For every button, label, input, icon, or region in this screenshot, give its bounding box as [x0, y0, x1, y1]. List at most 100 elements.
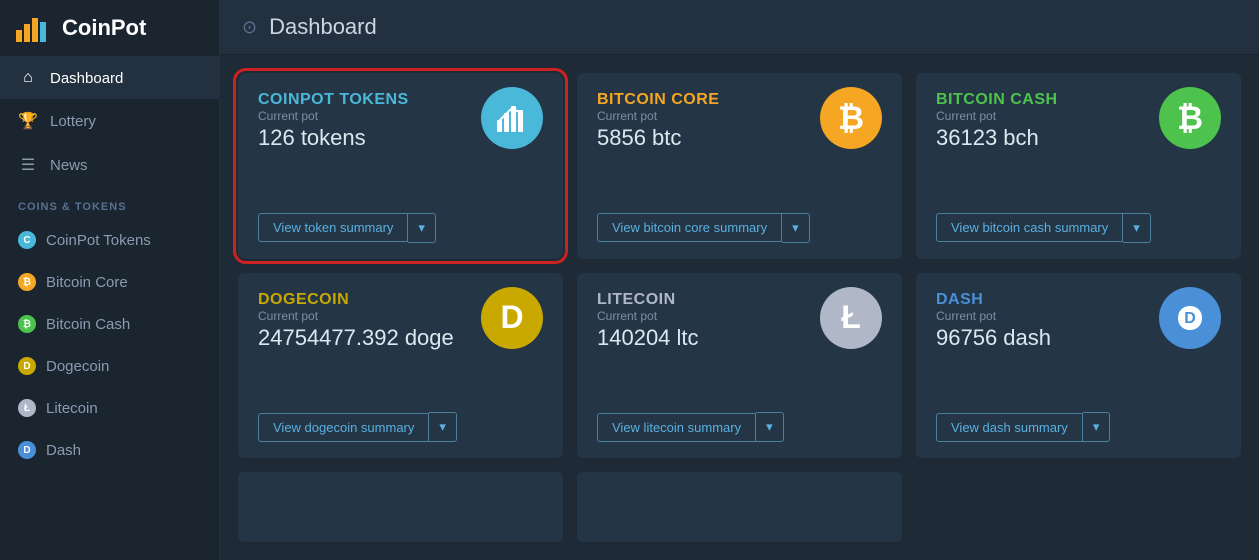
nav-news[interactable]: ☰ News — [0, 143, 219, 187]
coinpot-dot: C — [18, 231, 36, 249]
coinpot-circle-icon — [481, 87, 543, 149]
sidebar: CoinPot ⌂ Dashboard 🏆 Lottery ☰ News COI… — [0, 0, 220, 560]
partial-card-1 — [238, 472, 563, 542]
dash-label: Dash — [46, 442, 81, 459]
card-header-coinpot: COINPOT TOKENS Current pot 126 tokens — [258, 91, 543, 163]
dash-dot: D — [18, 441, 36, 459]
sidebar-item-bitcoin-core[interactable]: ₿ Bitcoin Core — [0, 261, 219, 303]
btc-circle-icon: ₿ — [820, 87, 882, 149]
doge-btn-group: View dogecoin summary ▾ — [258, 412, 543, 442]
ltc-card-amount: 140204 ltc — [597, 325, 699, 351]
coinpot-card-label: Current pot — [258, 109, 409, 123]
sidebar-item-dogecoin[interactable]: D Dogecoin — [0, 345, 219, 387]
topbar: ⊙ Dashboard — [220, 0, 1259, 55]
news-icon: ☰ — [18, 155, 38, 175]
bch-circle-icon: ₿ — [1159, 87, 1221, 149]
bitcoin-core-label: Bitcoin Core — [46, 274, 128, 291]
coinpot-tokens-label: CoinPot Tokens — [46, 232, 151, 249]
card-header-doge: DOGECOIN Current pot 24754477.392 doge D — [258, 291, 543, 363]
litecoin-dot: Ł — [18, 399, 36, 417]
sidebar-item-litecoin[interactable]: Ł Litecoin — [0, 387, 219, 429]
card-litecoin: LITECOIN Current pot 140204 ltc Ł View l… — [577, 273, 902, 459]
litecoin-label: Litecoin — [46, 400, 98, 417]
card-header-ltc: LITECOIN Current pot 140204 ltc Ł — [597, 291, 882, 363]
btc-card-label: Current pot — [597, 109, 719, 123]
token-summary-dropdown-button[interactable]: ▾ — [408, 213, 436, 243]
coinpot-card-info: COINPOT TOKENS Current pot 126 tokens — [258, 91, 409, 163]
doge-circle-icon: D — [481, 287, 543, 349]
coinpot-card-name: COINPOT TOKENS — [258, 91, 409, 109]
card-header-btc: BITCOIN CORE Current pot 5856 btc ₿ — [597, 91, 882, 163]
bch-card-label: Current pot — [936, 109, 1058, 123]
card-bitcoin-core: BITCOIN CORE Current pot 5856 btc ₿ View… — [577, 73, 902, 259]
litecoin-dropdown-button[interactable]: ▾ — [756, 412, 784, 442]
view-bitcoin-cash-summary-button[interactable]: View bitcoin cash summary — [936, 213, 1123, 242]
ltc-card-name: LITECOIN — [597, 291, 699, 309]
view-litecoin-summary-button[interactable]: View litecoin summary — [597, 413, 756, 442]
dogecoin-dot: D — [18, 357, 36, 375]
page-title: Dashboard — [269, 14, 377, 40]
home-icon: ⌂ — [18, 69, 38, 87]
bch-card-name: BITCOIN CASH — [936, 91, 1058, 109]
coins-tokens-label: COINS & TOKENS — [0, 187, 219, 219]
dash-dropdown-button[interactable]: ▾ — [1083, 412, 1111, 442]
bch-btn-group: View bitcoin cash summary ▾ — [936, 213, 1221, 243]
sidebar-item-coinpot-tokens[interactable]: C CoinPot Tokens — [0, 219, 219, 261]
view-token-summary-button[interactable]: View token summary — [258, 213, 408, 242]
coinpot-btn-group: View token summary ▾ — [258, 213, 543, 243]
nav-items: ⌂ Dashboard 🏆 Lottery ☰ News — [0, 57, 219, 187]
doge-card-info: DOGECOIN Current pot 24754477.392 doge — [258, 291, 454, 363]
sidebar-item-dash[interactable]: D Dash — [0, 429, 219, 471]
btc-card-info: BITCOIN CORE Current pot 5856 btc — [597, 91, 719, 163]
dashboard-nav-icon: ⊙ — [242, 17, 257, 38]
coin-nav: C CoinPot Tokens ₿ Bitcoin Core ₿ Bitcoi… — [0, 219, 219, 471]
dash-card-amount: 96756 dash — [936, 325, 1051, 351]
nav-dashboard[interactable]: ⌂ Dashboard — [0, 57, 219, 99]
dash-btn-group: View dash summary ▾ — [936, 412, 1221, 442]
view-dash-summary-button[interactable]: View dash summary — [936, 413, 1083, 442]
card-header-bch: BITCOIN CASH Current pot 36123 bch ₿ — [936, 91, 1221, 163]
dashboard-grid: COINPOT TOKENS Current pot 126 tokens Vi… — [220, 55, 1259, 560]
nav-dashboard-label: Dashboard — [50, 70, 123, 87]
dash-card-name: DASH — [936, 291, 1051, 309]
ltc-card-info: LITECOIN Current pot 140204 ltc — [597, 291, 699, 363]
nav-lottery[interactable]: 🏆 Lottery — [0, 99, 219, 143]
bitcoin-cash-label: Bitcoin Cash — [46, 316, 130, 333]
bch-card-info: BITCOIN CASH Current pot 36123 bch — [936, 91, 1058, 163]
ltc-circle-icon: Ł — [820, 287, 882, 349]
sidebar-item-bitcoin-cash[interactable]: ₿ Bitcoin Cash — [0, 303, 219, 345]
btc-card-amount: 5856 btc — [597, 125, 719, 151]
bch-card-amount: 36123 bch — [936, 125, 1058, 151]
logo-area: CoinPot — [0, 0, 219, 57]
dogecoin-label: Dogecoin — [46, 358, 109, 375]
trophy-icon: 🏆 — [18, 111, 38, 131]
card-bitcoin-cash: BITCOIN CASH Current pot 36123 bch ₿ Vie… — [916, 73, 1241, 259]
btc-btn-group: View bitcoin core summary ▾ — [597, 213, 882, 243]
coinpot-logo-icon — [16, 14, 52, 42]
card-dash: DASH Current pot 96756 dash D View dash … — [916, 273, 1241, 459]
card-header-dash: DASH Current pot 96756 dash D — [936, 291, 1221, 363]
card-coinpot-tokens: COINPOT TOKENS Current pot 126 tokens Vi… — [238, 73, 563, 259]
ltc-card-label: Current pot — [597, 309, 699, 323]
view-dogecoin-summary-button[interactable]: View dogecoin summary — [258, 413, 429, 442]
doge-card-label: Current pot — [258, 309, 454, 323]
dash-card-info: DASH Current pot 96756 dash — [936, 291, 1051, 363]
view-bitcoin-core-summary-button[interactable]: View bitcoin core summary — [597, 213, 782, 242]
dash-circle-icon: D — [1159, 287, 1221, 349]
nav-news-label: News — [50, 157, 88, 174]
nav-lottery-label: Lottery — [50, 113, 96, 130]
bitcoin-cash-dot: ₿ — [18, 315, 36, 333]
doge-card-name: DOGECOIN — [258, 291, 454, 309]
bitcoin-cash-dropdown-button[interactable]: ▾ — [1123, 213, 1151, 243]
ltc-btn-group: View litecoin summary ▾ — [597, 412, 882, 442]
partial-card-2 — [577, 472, 902, 542]
dash-card-label: Current pot — [936, 309, 1051, 323]
bitcoin-core-dot: ₿ — [18, 273, 36, 291]
logo-text: CoinPot — [62, 15, 146, 41]
doge-card-amount: 24754477.392 doge — [258, 325, 454, 351]
card-dogecoin: DOGECOIN Current pot 24754477.392 doge D… — [238, 273, 563, 459]
coinpot-card-amount: 126 tokens — [258, 125, 409, 151]
bitcoin-core-dropdown-button[interactable]: ▾ — [782, 213, 810, 243]
dogecoin-dropdown-button[interactable]: ▾ — [429, 412, 457, 442]
btc-card-name: BITCOIN CORE — [597, 91, 719, 109]
